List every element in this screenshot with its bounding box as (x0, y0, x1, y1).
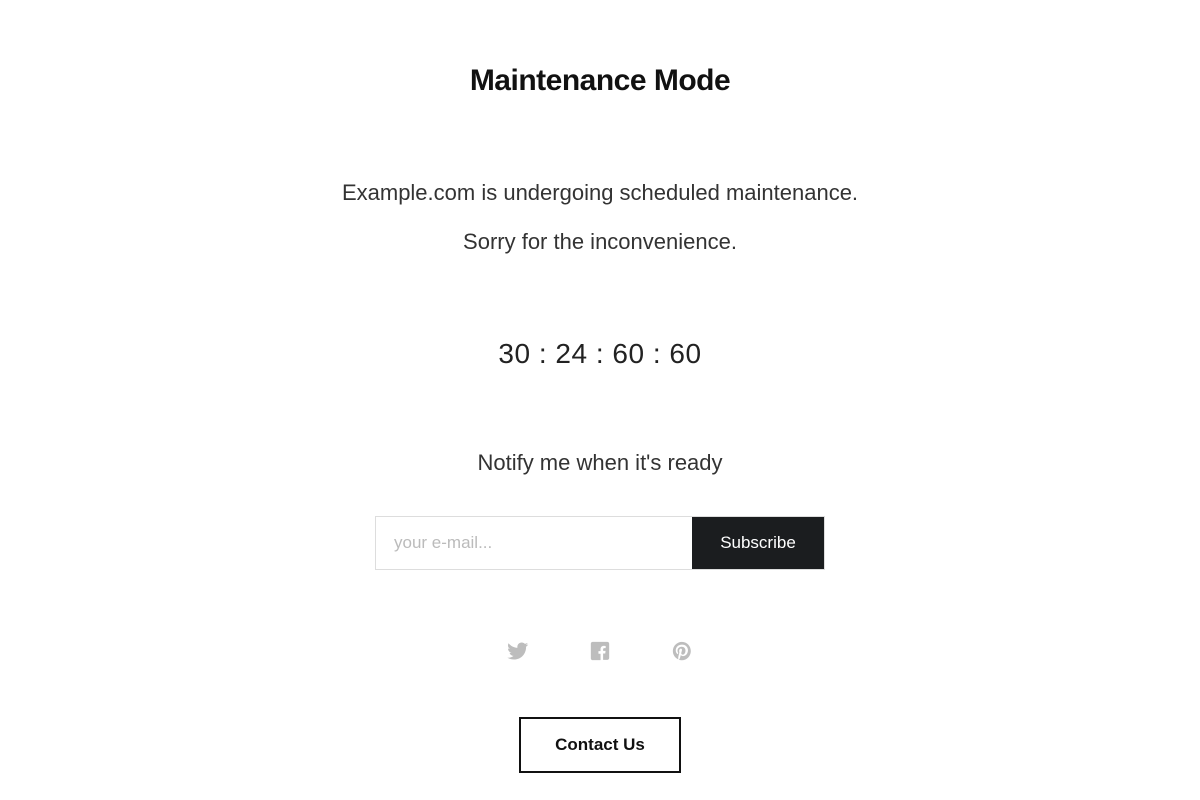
social-links (250, 640, 950, 662)
countdown-sep: : (645, 338, 670, 369)
maintenance-page: Maintenance Mode Example.com is undergoi… (250, 64, 950, 773)
countdown-timer: 30 : 24 : 60 : 60 (250, 338, 950, 370)
countdown-days: 30 (498, 338, 530, 369)
page-title: Maintenance Mode (250, 64, 950, 98)
message-line-1: Example.com is undergoing scheduled main… (250, 178, 950, 209)
countdown-sep: : (531, 338, 556, 369)
email-input[interactable] (376, 517, 692, 569)
message-line-2: Sorry for the inconvenience. (250, 227, 950, 258)
twitter-icon (507, 640, 529, 662)
pinterest-icon (671, 640, 693, 662)
countdown-minutes: 60 (612, 338, 644, 369)
pinterest-link[interactable] (671, 640, 693, 662)
countdown-hours: 24 (555, 338, 587, 369)
subscribe-form: Subscribe (375, 516, 825, 570)
contact-us-button[interactable]: Contact Us (519, 717, 681, 773)
countdown-seconds: 60 (669, 338, 701, 369)
notify-label: Notify me when it's ready (250, 450, 950, 476)
twitter-link[interactable] (507, 640, 529, 662)
facebook-link[interactable] (589, 640, 611, 662)
countdown-sep: : (588, 338, 613, 369)
subscribe-button[interactable]: Subscribe (692, 517, 824, 569)
facebook-icon (589, 640, 611, 662)
